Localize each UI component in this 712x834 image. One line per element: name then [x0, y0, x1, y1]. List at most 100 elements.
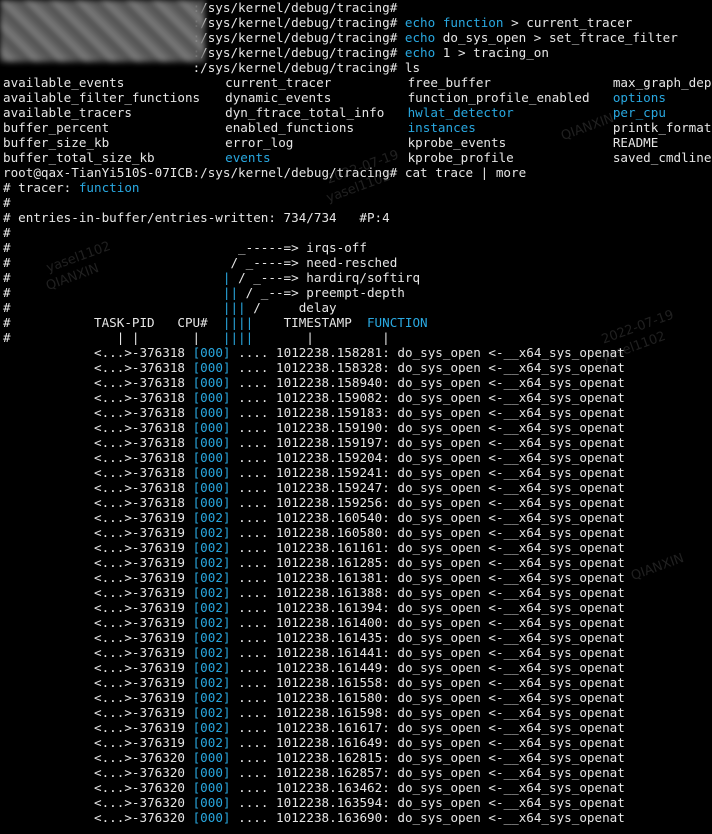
trace-task-pid: <...>-376318	[94, 375, 185, 390]
trace-task-pid: <...>-376319	[94, 720, 185, 735]
prompt-path: :/sys/kernel/debug/tracing#	[192, 45, 398, 60]
trace-cpu: [000]	[192, 810, 231, 825]
trace-function: do_sys_open <-__x64_sys_openat	[397, 480, 625, 495]
trace-task-pid: <...>-376319	[94, 675, 185, 690]
header-line: #	[3, 225, 11, 240]
trace-row: <...>-376319 [002] .... 1012238.161381: …	[0, 570, 712, 585]
ls-file-entry: current_tracer	[225, 75, 332, 90]
trace-flags: ....	[238, 600, 269, 615]
trace-cpu: [002]	[192, 705, 231, 720]
command-argument: function	[442, 15, 504, 30]
command-rest: do_sys_open > set_ftrace_filter	[435, 30, 678, 45]
trace-task-pid: <...>-376318	[94, 465, 185, 480]
trace-function: do_sys_open <-__x64_sys_openat	[397, 810, 625, 825]
trace-timestamp: 1012238.161285:	[276, 555, 390, 570]
trace-task-pid: <...>-376319	[94, 615, 185, 630]
trace-cpu: [000]	[192, 360, 231, 375]
trace-flags: ....	[238, 420, 269, 435]
trace-timestamp: 1012238.159082:	[276, 390, 390, 405]
trace-task-pid: <...>-376319	[94, 735, 185, 750]
prompt-path: :/sys/kernel/debug/tracing#	[192, 15, 398, 30]
trace-row: <...>-376319 [002] .... 1012238.161649: …	[0, 735, 712, 750]
trace-function: do_sys_open <-__x64_sys_openat	[397, 615, 625, 630]
trace-row: <...>-376320 [000] .... 1012238.163462: …	[0, 780, 712, 795]
entries-line: # entries-in-buffer/entries-written: 734…	[3, 210, 390, 225]
prompt-path: :/sys/kernel/debug/tracing#	[192, 30, 398, 45]
trace-cpu: [000]	[192, 780, 231, 795]
trace-timestamp: 1012238.163462:	[276, 780, 390, 795]
cat-prompt-line: root@qax-TianYi510S-07ICB:/sys/kernel/de…	[0, 165, 712, 180]
trace-function: do_sys_open <-__x64_sys_openat	[397, 705, 625, 720]
trace-task-pid: <...>-376319	[94, 540, 185, 555]
prompt-path: :/sys/kernel/debug/tracing#	[192, 60, 398, 75]
trace-cpu: [000]	[192, 480, 231, 495]
trace-task-pid: <...>-376318	[94, 390, 185, 405]
trace-task-pid: <...>-376318	[94, 360, 185, 375]
trace-task-pid: <...>-376320	[94, 810, 185, 825]
trace-cpu: [002]	[192, 645, 231, 660]
trace-cpu: [000]	[192, 765, 231, 780]
trace-flags: ....	[238, 510, 269, 525]
trace-row: <...>-376318 [000] .... 1012238.159190: …	[0, 420, 712, 435]
ls-file-entry: free_buffer	[407, 75, 491, 90]
trace-timestamp: 1012238.158940:	[276, 375, 390, 390]
trace-flags: ....	[238, 810, 269, 825]
trace-timestamp: 1012238.161394:	[276, 600, 390, 615]
ls-row: available_events current_tracer free_buffe…	[0, 75, 712, 90]
full-prompt: root@qax-TianYi510S-07ICB:/sys/kernel/de…	[3, 165, 398, 180]
trace-row: <...>-376319 [002] .... 1012238.161400: …	[0, 615, 712, 630]
command-keyword: echo	[404, 30, 436, 45]
trace-cpu: [002]	[192, 660, 231, 675]
trace-timestamp: 1012238.161617:	[276, 720, 390, 735]
terminal-window[interactable]: :/sys/kernel/debug/tracing# :/sys/kernel…	[0, 0, 712, 834]
legend-text: _-----=> irqs-off	[238, 240, 367, 255]
trace-timestamp: 1012238.161161:	[276, 540, 390, 555]
trace-timestamp: 1012238.160540:	[276, 510, 390, 525]
trace-cpu: [002]	[192, 555, 231, 570]
ls-file-entry: buffer_size_kb	[3, 135, 110, 150]
trace-function: do_sys_open <-__x64_sys_openat	[397, 510, 625, 525]
legend-line: # _-----=> irqs-off	[0, 240, 712, 255]
trace-timestamp: 1012238.161400:	[276, 615, 390, 630]
legend-bars: |	[222, 270, 239, 285]
prompt-line-5: :/sys/kernel/debug/tracing# ls	[0, 60, 712, 75]
ls-file-entry: buffer_total_size_kb	[3, 150, 155, 165]
trace-row: <...>-376319 [002] .... 1012238.161441: …	[0, 645, 712, 660]
trace-function: do_sys_open <-__x64_sys_openat	[397, 600, 625, 615]
trace-flags: ....	[238, 720, 269, 735]
trace-function: do_sys_open <-__x64_sys_openat	[397, 495, 625, 510]
trace-cpu: [002]	[192, 510, 231, 525]
trace-row: <...>-376318 [000] .... 1012238.158281: …	[0, 345, 712, 360]
columns-header: # TASK-PID CPU# |||| TIMESTAMP FUNCTION	[0, 315, 712, 330]
trace-timestamp: 1012238.159183:	[276, 405, 390, 420]
prompt-path: :/sys/kernel/debug/tracing#	[192, 0, 398, 15]
command-rest: ls	[397, 60, 421, 75]
trace-cpu: [000]	[192, 420, 231, 435]
trace-task-pid: <...>-376319	[94, 510, 185, 525]
trace-function: do_sys_open <-__x64_sys_openat	[397, 465, 625, 480]
trace-row: <...>-376318 [000] .... 1012238.158940: …	[0, 375, 712, 390]
trace-function: do_sys_open <-__x64_sys_openat	[397, 345, 625, 360]
trace-cpu: [002]	[192, 570, 231, 585]
trace-row: <...>-376319 [002] .... 1012238.161558: …	[0, 675, 712, 690]
cat-command: cat trace | more	[397, 165, 527, 180]
trace-timestamp: 1012238.159204:	[276, 450, 390, 465]
ls-file-entry: kprobe_events	[407, 135, 507, 150]
trace-timestamp: 1012238.159247:	[276, 480, 390, 495]
trace-timestamp: 1012238.159190:	[276, 420, 390, 435]
columns-ticks: # | | | |||| | |	[0, 330, 712, 345]
trace-function: do_sys_open <-__x64_sys_openat	[397, 525, 625, 540]
trace-flags: ....	[238, 735, 269, 750]
ls-file-entry: enabled_functions	[225, 120, 355, 135]
ticks-label: # | | |	[3, 330, 223, 345]
trace-flags: ....	[238, 585, 269, 600]
trace-function: do_sys_open <-__x64_sys_openat	[397, 780, 625, 795]
trace-flags: ....	[238, 675, 269, 690]
trace-task-pid: <...>-376320	[94, 780, 185, 795]
trace-flags: ....	[238, 645, 269, 660]
trace-timestamp: 1012238.161388:	[276, 585, 390, 600]
trace-timestamp: 1012238.163690:	[276, 810, 390, 825]
trace-task-pid: <...>-376318	[94, 345, 185, 360]
trace-flags: ....	[238, 555, 269, 570]
trace-task-pid: <...>-376320	[94, 750, 185, 765]
